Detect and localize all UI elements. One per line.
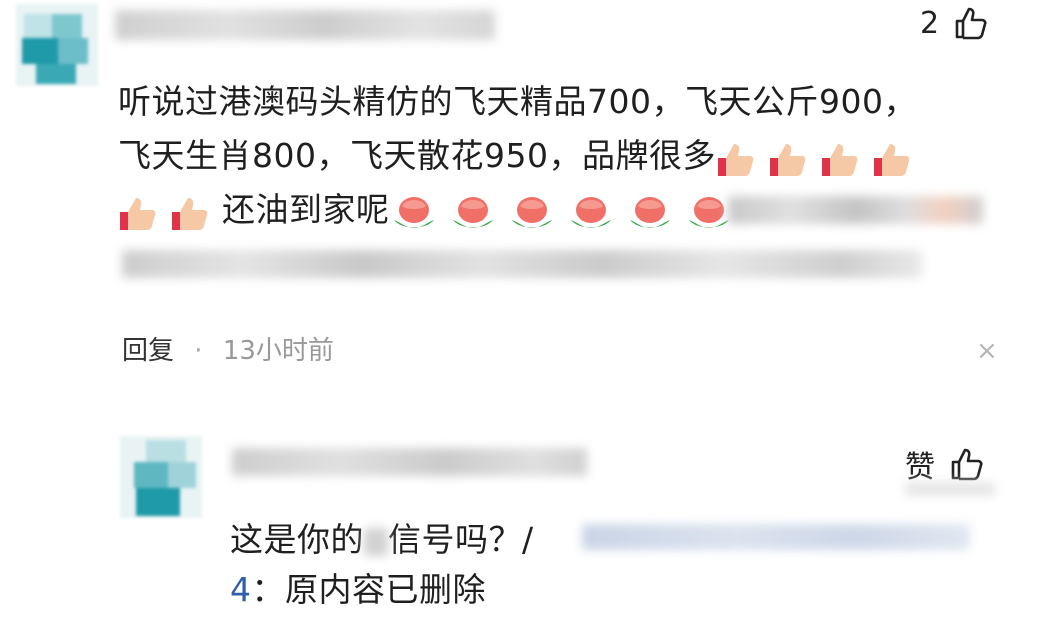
reply-text-prefix: 这是你的 bbox=[230, 520, 364, 559]
thumbs-up-emoji bbox=[172, 197, 208, 230]
like-button[interactable]: 赞 bbox=[905, 442, 985, 486]
like-count: 2 bbox=[920, 5, 940, 41]
comment-text-line-2: 飞天生肖800，飞天散花950，品牌很多 bbox=[118, 128, 924, 184]
deleted-notice: ：原内容已删除 bbox=[251, 570, 486, 609]
thumbs-up-emoji bbox=[769, 143, 806, 176]
blurred-text bbox=[122, 250, 922, 278]
comment-text-line-1: 听说过港澳码头精仿的飞天精品700，飞天公斤900， bbox=[118, 82, 917, 121]
comment-meta: 回复 · 13小时前 bbox=[122, 330, 334, 367]
rose-emoji bbox=[688, 196, 729, 228]
like-label: 赞 bbox=[905, 450, 935, 485]
thumbs-up-emoji bbox=[120, 197, 156, 230]
rose-emoji bbox=[511, 196, 552, 228]
like-button[interactable]: 2 bbox=[920, 5, 989, 41]
thumbs-up-icon bbox=[955, 7, 987, 40]
blurred-text bbox=[582, 524, 970, 550]
comment-text-line-2-text: 飞天生肖800，飞天散花950，品牌很多 bbox=[118, 136, 716, 175]
avatar[interactable] bbox=[16, 4, 98, 86]
thumbs-up-emoji bbox=[717, 143, 754, 176]
thumbs-up-icon bbox=[951, 448, 983, 481]
rose-emoji bbox=[393, 196, 434, 228]
rose-emoji bbox=[452, 196, 493, 228]
reply-text-suffix: 信号吗？/ bbox=[388, 520, 534, 559]
blurred-text bbox=[728, 196, 983, 224]
rose-emoji bbox=[629, 196, 670, 228]
thumbs-up-emoji bbox=[821, 143, 858, 176]
blurred-text bbox=[364, 527, 388, 556]
timestamp: 13小时前 bbox=[222, 336, 334, 366]
username-blurred[interactable] bbox=[232, 448, 587, 476]
reply-text-line-2: 4：原内容已删除 bbox=[230, 562, 486, 618]
comment-text-line-3-text: 还油到家呢 bbox=[222, 190, 390, 229]
thumbs-up-emoji bbox=[873, 143, 910, 176]
username-blurred[interactable] bbox=[115, 10, 495, 40]
reply-button[interactable]: 回复 bbox=[122, 336, 174, 366]
blurred-text bbox=[905, 482, 995, 496]
reply-text-line-1: 这是你的 信号吗？/ bbox=[230, 512, 534, 568]
rose-emoji bbox=[570, 196, 611, 228]
comment-text-line-3: 还油到家呢 bbox=[118, 182, 744, 238]
meta-separator: · bbox=[194, 336, 203, 366]
comment-1: 2 听说过港澳码头精仿的飞天精品700，飞天公斤900， 飞天生肖800，飞天散… bbox=[0, 0, 1037, 400]
avatar[interactable] bbox=[120, 436, 202, 518]
quote-number: 4 bbox=[230, 570, 252, 609]
comment-2: 赞 这是你的 信号吗？/ 4：原内容已删除 bbox=[0, 400, 1037, 616]
close-icon[interactable]: × bbox=[976, 336, 998, 366]
